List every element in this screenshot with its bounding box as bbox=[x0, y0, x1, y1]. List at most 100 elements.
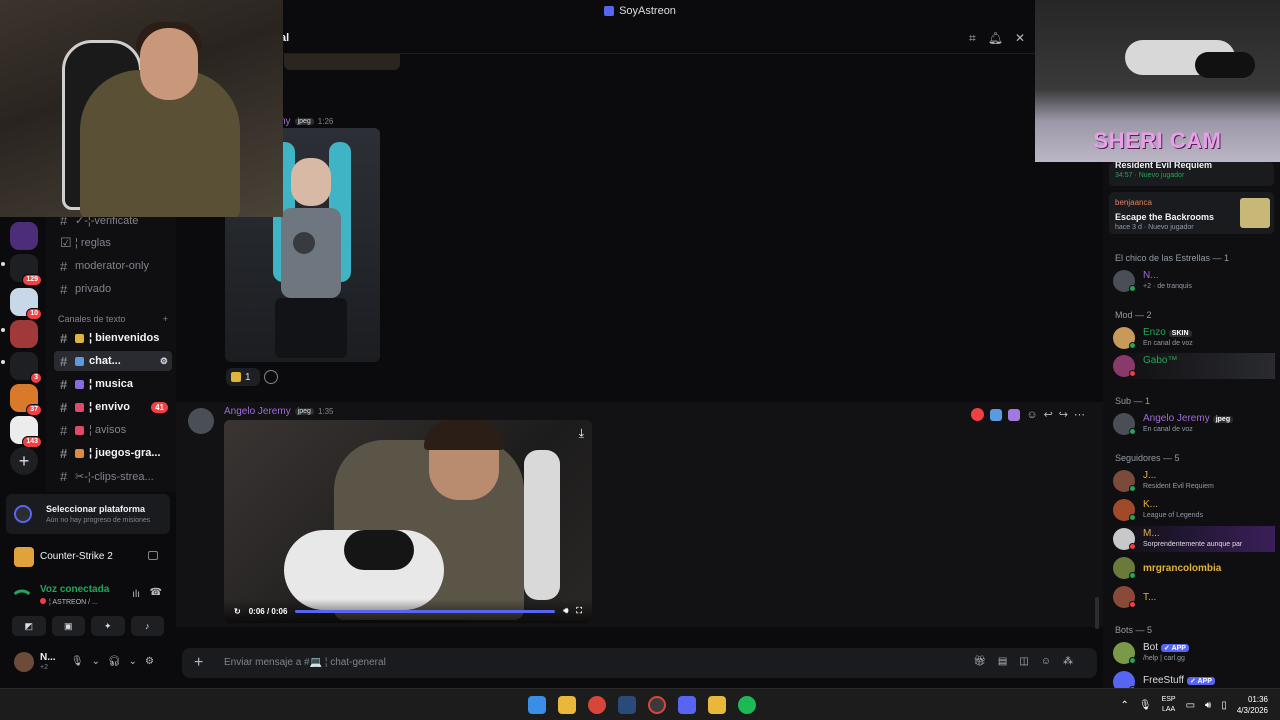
add-channel-icon[interactable]: + bbox=[163, 314, 168, 324]
channel-label: ¦ bienvenidos bbox=[89, 332, 160, 344]
chevron-up-icon[interactable]: ⌃ bbox=[1120, 700, 1128, 711]
member-status: En canal de voz bbox=[1143, 340, 1193, 347]
server-badge: 37 bbox=[26, 404, 42, 416]
microphone-icon[interactable]: 🎙︎ bbox=[1139, 700, 1152, 711]
forward-icon[interactable]: ↪ bbox=[1059, 408, 1068, 421]
signal-icon[interactable] bbox=[13, 584, 31, 602]
member-item[interactable]: Enzo SKIN En canal de voz bbox=[1113, 325, 1275, 351]
activity-card[interactable]: Resident Evil Requiem 34:57 · Nuevo juga… bbox=[1109, 162, 1274, 186]
attach-plus-icon[interactable]: + bbox=[194, 654, 203, 672]
channel-chat-general[interactable]: # chat... ⚙ bbox=[54, 351, 172, 371]
channel-privado[interactable]: # privado bbox=[54, 279, 172, 299]
member-name: Enzo bbox=[1143, 327, 1166, 338]
file-explorer-icon[interactable] bbox=[558, 696, 576, 714]
fullscreen-icon[interactable]: ⛶ bbox=[576, 606, 582, 616]
server-icon[interactable]: 129 bbox=[10, 254, 42, 286]
reaction[interactable]: 1 bbox=[226, 368, 260, 386]
clock-date: 4/3/2026 bbox=[1236, 706, 1268, 715]
channel-bienvenidos[interactable]: # ¦ bienvenidos bbox=[54, 328, 172, 348]
disconnect-icon[interactable]: ☎ bbox=[150, 587, 162, 598]
member-item[interactable]: M... Sorprendentemente aunque par bbox=[1113, 526, 1275, 552]
add-server-button[interactable]: + bbox=[10, 447, 38, 475]
noise-suppression-icon[interactable]: ılı bbox=[132, 589, 140, 600]
volume-icon[interactable]: 🔊︎ bbox=[563, 606, 568, 616]
app-icon[interactable] bbox=[708, 696, 726, 714]
status-indicator bbox=[1129, 601, 1136, 608]
member-name: Angelo Jeremy bbox=[1143, 413, 1210, 424]
composer-actions[interactable]: 🎁︎▤◫☺⁂ bbox=[973, 656, 1085, 667]
server-icon[interactable]: 143 bbox=[10, 416, 42, 448]
quest-card[interactable]: Seleccionar plataforma Aún no hay progre… bbox=[6, 494, 170, 534]
discord-icon[interactable] bbox=[678, 696, 696, 714]
app-icon[interactable] bbox=[648, 696, 666, 714]
activity-card[interactable]: benjaanca Escape the Backrooms hace 3 d … bbox=[1109, 192, 1274, 234]
member-item[interactable]: Gabo™ bbox=[1113, 353, 1275, 379]
channel-header: al ⌗🔔︎✕ bbox=[176, 22, 1103, 54]
reaction-icon[interactable] bbox=[1008, 408, 1021, 421]
avatar[interactable] bbox=[14, 652, 34, 672]
member-item[interactable]: Angelo Jeremy jpeg En canal de voz bbox=[1113, 411, 1275, 437]
channel-envivo[interactable]: # ¦ envivo 41 bbox=[54, 397, 172, 417]
member-tag: jpeg bbox=[1212, 416, 1234, 423]
more-icon[interactable]: ⋯ bbox=[1074, 408, 1085, 421]
screen-share-button[interactable]: ▣ bbox=[51, 616, 85, 636]
channel-avisos[interactable]: # ¦ avisos bbox=[54, 420, 172, 440]
member-status: En canal de voz bbox=[1143, 426, 1193, 433]
member-item[interactable]: J... Resident Evil Requiem bbox=[1113, 468, 1275, 494]
server-icon[interactable] bbox=[10, 222, 38, 250]
channel-moderator-only[interactable]: # moderator-only bbox=[54, 256, 172, 276]
language-indicator[interactable]: ESP LAA bbox=[1162, 695, 1176, 715]
server-icon[interactable]: 10 bbox=[10, 288, 42, 320]
spotify-icon[interactable] bbox=[738, 696, 756, 714]
add-reaction-icon[interactable]: ☺ bbox=[1026, 409, 1037, 421]
category-header[interactable]: Canales de texto + bbox=[58, 314, 168, 324]
camera-off-button[interactable]: ◩ bbox=[12, 616, 46, 636]
avatar[interactable] bbox=[188, 408, 214, 434]
network-icon[interactable]: ▭ bbox=[1186, 700, 1195, 711]
header-actions[interactable]: ⌗🔔︎✕ bbox=[969, 31, 1037, 46]
video-progress[interactable] bbox=[295, 609, 556, 613]
monitor-icon[interactable] bbox=[148, 551, 158, 560]
steam-icon[interactable] bbox=[618, 696, 636, 714]
scrollbar[interactable] bbox=[1095, 597, 1099, 629]
message-input[interactable]: Enviar mensaje a #💻 ¦ chat-general bbox=[224, 657, 386, 668]
video-attachment[interactable]: ⤓ ↻ 0:06 / 0:06 🔊︎ ⛶ bbox=[224, 420, 592, 623]
reaction-icon[interactable] bbox=[990, 408, 1003, 421]
battery-icon[interactable]: ▯ bbox=[1221, 700, 1227, 711]
channel-clips[interactable]: # ✂-¦-clips-strea... bbox=[54, 466, 172, 486]
member-item[interactable]: K... League of Legends bbox=[1113, 497, 1275, 523]
voice-channel[interactable]: ¦ ASTREON / ... bbox=[40, 598, 98, 606]
live-dot-icon bbox=[40, 598, 46, 604]
member-list: Resident Evil Requiem 34:57 · Nuevo juga… bbox=[1103, 162, 1280, 688]
download-icon[interactable]: ⤓ bbox=[579, 426, 584, 441]
server-icon[interactable]: 37 bbox=[10, 384, 42, 416]
language-code: ESP bbox=[1161, 696, 1176, 703]
channel-musica[interactable]: # ¦ musica bbox=[54, 374, 172, 394]
member-item[interactable]: Bot ✓ APP/help | carl.gg bbox=[1113, 640, 1275, 666]
message-author[interactable]: Angelo Jeremy bbox=[224, 406, 291, 417]
reaction-icon[interactable] bbox=[971, 408, 985, 421]
activity-game: Resident Evil Requiem bbox=[1115, 162, 1213, 170]
activities-button[interactable]: ✦ bbox=[91, 616, 125, 636]
server-icon[interactable] bbox=[10, 320, 38, 348]
chrome-icon[interactable] bbox=[588, 696, 606, 714]
member-item[interactable]: T... bbox=[1113, 584, 1275, 610]
soundboard-button[interactable]: ♪ bbox=[130, 616, 164, 636]
start-icon[interactable] bbox=[528, 696, 546, 714]
member-item[interactable]: N... +2 · de tranquis bbox=[1113, 268, 1275, 294]
game-activity[interactable]: Counter-Strike 2 bbox=[6, 542, 170, 572]
clock[interactable]: 01:36 4/3/2026 bbox=[1237, 694, 1268, 716]
settings-icon[interactable]: ⚙ bbox=[160, 356, 168, 367]
channel-juegos-gratis[interactable]: # ¦ juegos-gra... bbox=[54, 443, 172, 463]
add-reaction-icon[interactable] bbox=[264, 370, 278, 384]
replay-icon[interactable]: ↻ bbox=[234, 607, 241, 616]
member-item[interactable]: mrgrancolombia bbox=[1113, 555, 1275, 581]
channel-label: ¦ juegos-gra... bbox=[89, 447, 161, 459]
volume-icon[interactable]: 🔊︎ bbox=[1205, 700, 1211, 711]
server-icon[interactable]: 3 bbox=[10, 352, 42, 384]
mic-headset-settings-icons[interactable]: 🎙︎⌄🎧︎⌄⚙ bbox=[71, 656, 162, 667]
reply-icon[interactable]: ↩ bbox=[1044, 408, 1053, 421]
member-item[interactable]: FreeStuff ✓ APP bbox=[1113, 669, 1275, 688]
message-hovered[interactable]: ☺ ↩ ↪ ⋯ Angelo Jeremy jpeg 1:35 ⤓ ↻ 0:06… bbox=[176, 402, 1103, 627]
channel-reglas[interactable]: ☑ ¦ reglas bbox=[54, 233, 172, 253]
